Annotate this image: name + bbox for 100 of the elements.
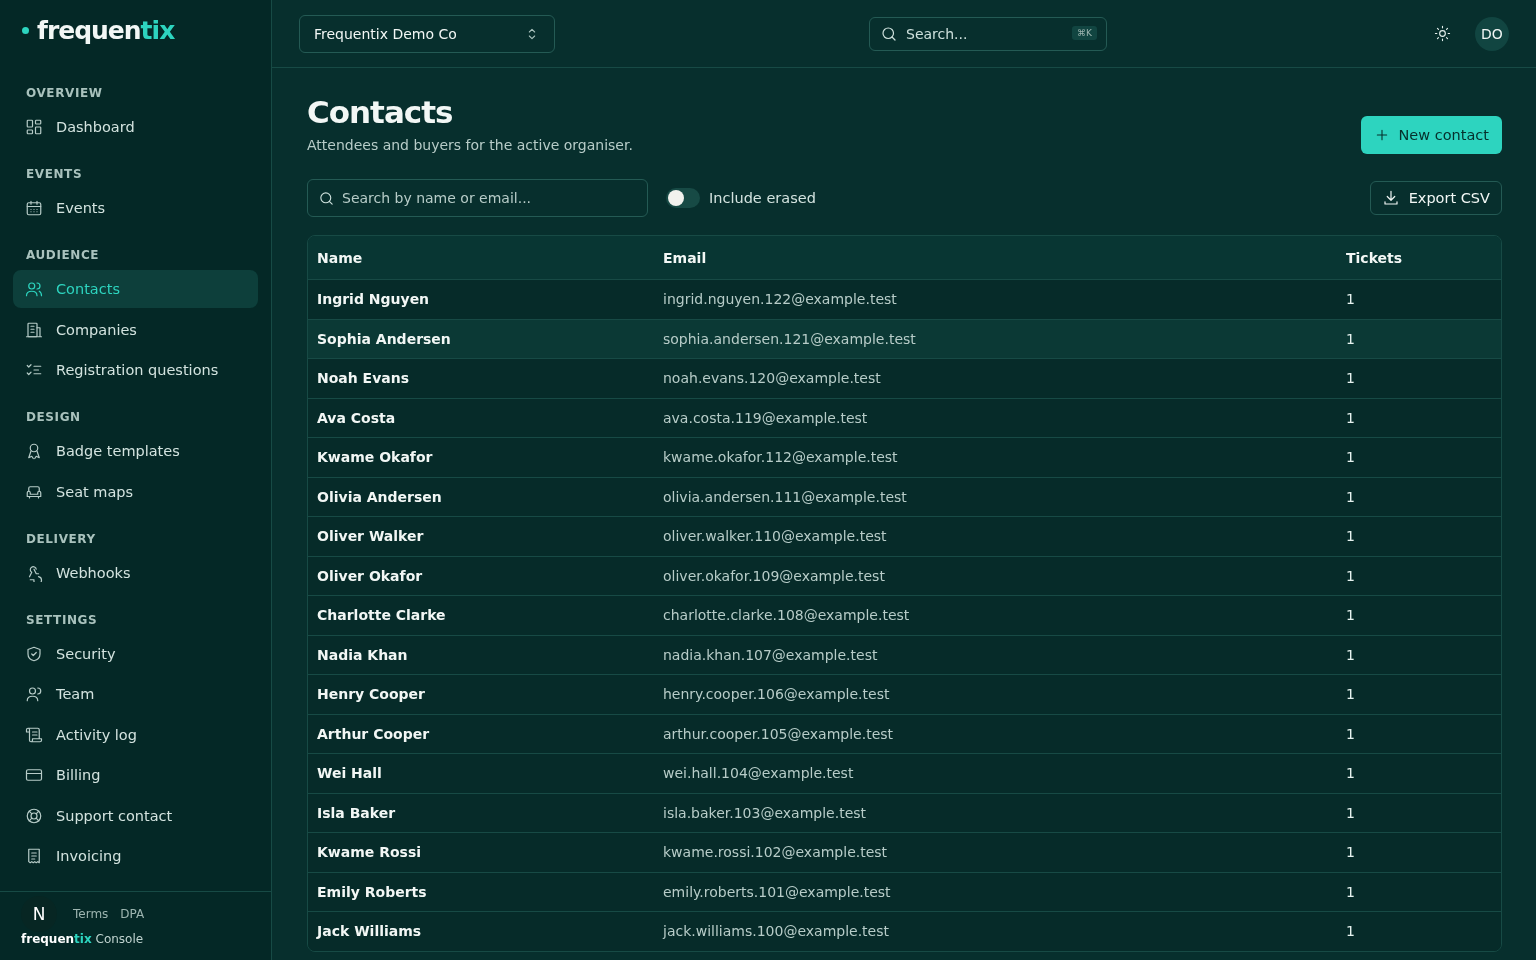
sidebar-item[interactable]: Contacts <box>13 270 258 308</box>
export-csv-button[interactable]: Export CSV <box>1369 181 1502 215</box>
table-cell: Olivia Andersen <box>317 488 442 505</box>
lifebuoy-icon <box>25 806 43 825</box>
sidebar-item[interactable]: Seat maps <box>13 472 258 511</box>
sun-icon <box>1434 25 1451 42</box>
download-icon <box>1381 189 1400 207</box>
table-cell: 1 <box>1346 686 1355 703</box>
table-row[interactable]: Ingrid Nguyen ingrid.nguyen.122@example.test 1 <box>308 279 1501 319</box>
footer-link[interactable]: Terms <box>73 907 109 921</box>
dashboard-icon <box>25 118 43 136</box>
sidebar-item[interactable]: Support contact <box>13 796 258 835</box>
building-icon <box>25 320 43 339</box>
table-cell: 1 <box>1346 449 1355 466</box>
search-icon <box>318 190 335 207</box>
sidebar-item[interactable]: Companies <box>13 310 258 349</box>
table-cell: ingrid.nguyen.122@example.test <box>663 291 897 308</box>
table-cell: henry.cooper.106@example.test <box>663 686 890 703</box>
table-cell: 1 <box>1346 409 1355 426</box>
table-cell: 1 <box>1346 725 1355 742</box>
page-subtitle: Attendees and buyers for the active organiser. <box>307 137 633 153</box>
page-title: Contacts <box>307 94 454 130</box>
table-cell: emily.roberts.101@example.test <box>663 883 891 900</box>
table-cell: 1 <box>1346 528 1355 545</box>
table-cell: Ingrid Nguyen <box>317 291 430 308</box>
table-row[interactable]: Kwame Okafor kwame.okafor.112@example.test 1 <box>308 437 1501 477</box>
card-icon <box>25 766 43 784</box>
table-cell: 1 <box>1346 488 1355 505</box>
table-cell: arthur.cooper.105@example.test <box>663 725 894 742</box>
table-cell: Isla Baker <box>317 804 396 821</box>
section-heading: AUDIENCE <box>25 247 101 264</box>
table-row[interactable]: Oliver Okafor oliver.okafor.109@example.test 1 <box>308 556 1501 596</box>
dev-badge[interactable]: N <box>21 896 57 932</box>
user-avatar[interactable]: DO <box>1475 16 1509 51</box>
calendar-icon <box>25 199 43 217</box>
table-cell: 1 <box>1346 646 1355 663</box>
sidebar-item[interactable]: Dashboard <box>13 108 258 146</box>
table-cell: 1 <box>1346 923 1355 940</box>
table-cell: kwame.okafor.112@example.test <box>663 449 898 466</box>
users-icon <box>25 280 43 298</box>
table-row[interactable]: Henry Cooper henry.cooper.106@example.test 1 <box>308 674 1501 714</box>
search-field[interactable]: Search by name or email... <box>307 179 648 217</box>
table-row[interactable]: Sophia Andersen sophia.andersen.121@example.test 1 <box>308 319 1501 359</box>
sidebar-item[interactable]: Webhooks <box>13 553 258 592</box>
table-cell: isla.baker.103@example.test <box>663 804 867 821</box>
sidebar-item[interactable]: Billing <box>13 756 258 794</box>
table-cell: oliver.walker.110@example.test <box>663 528 887 545</box>
table-cell: olivia.andersen.111@example.test <box>663 488 907 505</box>
shield-icon <box>25 644 43 663</box>
table-row[interactable]: Olivia Andersen olivia.andersen.111@example.test 1 <box>308 477 1501 517</box>
table-row[interactable]: Kwame Rossi kwame.rossi.102@example.test 1 <box>308 832 1501 872</box>
table-cell: kwame.rossi.102@example.test <box>663 844 888 861</box>
table-row[interactable]: Wei Hall wei.hall.104@example.test 1 <box>308 753 1501 793</box>
ribbon-icon <box>25 442 43 460</box>
section-heading: DELIVERY <box>25 530 97 548</box>
section-heading: EVENTS <box>25 166 84 183</box>
table-row[interactable]: Ava Costa ava.costa.119@example.test 1 <box>308 398 1501 438</box>
section-heading: DESIGN <box>25 409 82 426</box>
table-cell: Charlotte Clarke <box>317 607 446 624</box>
table-row[interactable]: Isla Baker isla.baker.103@example.test 1 <box>308 793 1501 833</box>
shortcut-hint: ⌘K <box>1072 25 1097 40</box>
scroll-icon <box>25 725 43 744</box>
column-header: Name <box>308 236 654 280</box>
table-row[interactable]: Arthur Cooper arthur.cooper.105@example.test 1 <box>308 714 1501 754</box>
sidebar-item[interactable]: Invoicing <box>13 837 258 875</box>
table-cell: Nadia Khan <box>317 646 408 663</box>
table-cell: 1 <box>1346 883 1355 900</box>
table-cell: Jack Williams <box>317 923 422 940</box>
search-icon <box>880 24 898 43</box>
table-row[interactable]: Jack Williams jack.williams.100@example.test 1 <box>308 911 1501 951</box>
column-header: Email <box>654 236 1337 280</box>
table-row[interactable]: Nadia Khan nadia.khan.107@example.test 1 <box>308 635 1501 675</box>
new-contact-button[interactable]: New contact <box>1360 116 1502 154</box>
section-heading: SETTINGS <box>25 611 99 629</box>
table-cell: Henry Cooper <box>317 686 425 703</box>
toggle-switch[interactable] <box>666 188 700 208</box>
sidebar-item[interactable]: Badge templates <box>13 432 258 470</box>
table-cell: ava.costa.119@example.test <box>663 409 868 426</box>
table-cell: Noah Evans <box>317 370 410 387</box>
brand-label: frequentix Console <box>21 932 144 946</box>
table-cell: Arthur Cooper <box>317 725 430 742</box>
table-cell: Kwame Rossi <box>317 844 422 861</box>
table-row[interactable]: Oliver Walker oliver.walker.110@example.test 1 <box>308 516 1501 556</box>
table-row[interactable]: Emily Roberts emily.roberts.101@example.test 1 <box>308 872 1501 912</box>
table-cell: 1 <box>1346 765 1355 782</box>
sidebar-item[interactable]: Events <box>13 189 258 227</box>
sidebar-item[interactable]: Team <box>13 675 258 713</box>
table-cell: wei.hall.104@example.test <box>663 765 854 782</box>
sidebar-item[interactable]: Security <box>13 634 258 673</box>
table-row[interactable]: Charlotte Clarke charlotte.clarke.108@example.test 1 <box>308 595 1501 635</box>
receipt-icon <box>25 847 43 865</box>
table-cell: jack.williams.100@example.test <box>663 923 889 940</box>
table-row[interactable]: Noah Evans noah.evans.120@example.test 1 <box>308 358 1501 398</box>
organisation-dropdown[interactable]: Frequentix Demo Co <box>299 14 555 53</box>
footer-link[interactable]: DPA <box>120 907 145 921</box>
toggle-label: Include erased <box>709 190 816 206</box>
table-cell: 1 <box>1346 567 1355 584</box>
sidebar-item[interactable]: Registration questions <box>13 351 258 389</box>
sidebar-item[interactable]: Activity log <box>13 715 258 754</box>
table-cell: sophia.andersen.121@example.test <box>663 330 916 347</box>
